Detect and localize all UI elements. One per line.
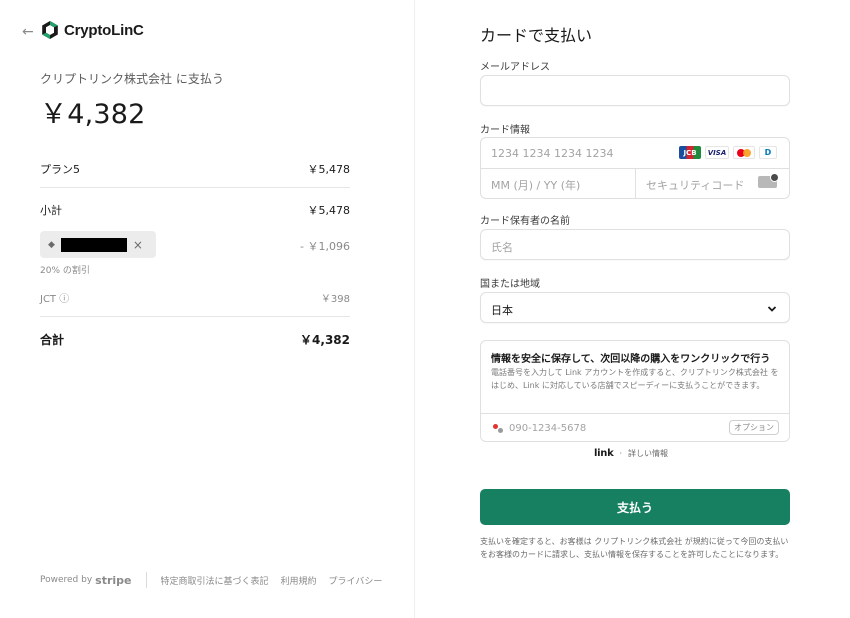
link-brand: link [594, 448, 614, 459]
total-label: 合計 [40, 333, 65, 347]
link-description: 電話番号を入力して Link アカウントを作成すると、クリプトリンク株式会社 を… [491, 368, 779, 390]
card-info-group: 1234 1234 1234 1234 JCB VISA D MM (月) / … [480, 137, 790, 199]
stripe-logo[interactable]: stripe [95, 574, 131, 587]
country-label: 国または地域 [480, 279, 540, 290]
footer-link-legal[interactable]: 特定商取引法に基づく表記 [161, 574, 269, 587]
link-title: 情報を安全に保存して、次回以降の購入をワンクリックで行う [491, 354, 771, 365]
discount-note: 20% の割引 [40, 266, 90, 276]
cryptolinc-logo-icon [42, 21, 58, 39]
card-brands: JCB VISA D [679, 146, 777, 159]
payment-heading: カードで支払い [480, 26, 593, 45]
total-amount: ￥4,382 [300, 333, 350, 347]
plan-label: プラン5 [40, 163, 80, 176]
total-amount-large: ￥4,382 [40, 99, 146, 130]
japan-flag-icon[interactable] [493, 422, 505, 434]
cvc-card-icon [758, 173, 779, 188]
tax-amount: ￥398 [320, 294, 350, 305]
footer: Powered by stripe 特定商取引法に基づく表記 利用規約 プライバ… [40, 572, 394, 588]
link-divider [481, 413, 789, 414]
pay-button[interactable]: 支払う [480, 489, 790, 525]
card-info-label: カード情報 [480, 125, 530, 136]
cardholder-placeholder: 氏名 [491, 241, 513, 254]
divider [40, 316, 350, 317]
phone-placeholder: 090-1234-5678 [509, 422, 587, 434]
visa-icon: VISA [705, 146, 729, 159]
email-label: メールアドレス [480, 62, 550, 73]
cvc-field[interactable]: セキュリティコード [646, 177, 744, 193]
merchant-logo: CryptoLinC [40, 20, 144, 40]
subtotal-label: 小計 [40, 204, 62, 217]
email-field[interactable] [480, 75, 790, 106]
footer-link-terms[interactable]: 利用規約 [281, 574, 317, 587]
terms-text: 支払いを確定すると、お客様は クリプトリンク株式会社 が規約に従って今回の支払い… [480, 537, 789, 559]
total-row: 合計 ￥4,382 [40, 331, 350, 348]
back-arrow-icon[interactable]: ← [22, 24, 34, 40]
plan-row: プラン5 ￥5,478 [40, 161, 350, 177]
pane-divider [414, 0, 415, 618]
logo-text: CryptoLinC [64, 21, 144, 39]
discount-amount: - ￥1,096 [300, 240, 350, 253]
link-save-box: 情報を安全に保存して、次回以降の購入をワンクリックで行う 電話番号を入力して L… [480, 340, 790, 442]
order-summary-pane: ← CryptoLinC クリプトリンク株式会社 に支払う ￥4,382 プラン… [0, 0, 414, 618]
link-footer: link · 詳しい情報 [594, 448, 668, 459]
cardholder-name-field[interactable]: 氏名 [480, 229, 790, 260]
diners-icon: D [759, 146, 777, 159]
tax-label[interactable]: JCT ⓘ [40, 290, 69, 305]
pay-to-label: クリプトリンク株式会社 に支払う [40, 72, 224, 86]
tag-icon: ◆ [48, 239, 55, 250]
phone-field[interactable]: 090-1234-5678 [493, 422, 586, 434]
jcb-icon: JCB [679, 146, 701, 159]
country-value: 日本 [491, 304, 513, 317]
chevron-down-icon [767, 306, 777, 312]
footer-link-privacy[interactable]: プライバシー [329, 574, 383, 587]
divider [40, 187, 350, 188]
expiry-field[interactable]: MM (月) / YY (年) [491, 177, 580, 193]
card-divider-vertical [635, 169, 636, 199]
remove-coupon-icon[interactable]: × [133, 238, 143, 252]
coupon-chip[interactable]: ◆ × [40, 231, 156, 258]
optional-badge: オプション [729, 420, 779, 435]
tax-row: JCT ⓘ ￥398 [40, 290, 350, 305]
mastercard-icon [733, 146, 755, 159]
country-select[interactable]: 日本 [480, 292, 790, 323]
coupon-code-redacted [60, 237, 127, 252]
link-dot: · [619, 449, 622, 458]
subtotal-amount: ￥5,478 [307, 204, 351, 217]
subtotal-row: 小計 ￥5,478 [40, 202, 350, 218]
plan-amount: ￥5,478 [307, 163, 351, 176]
powered-by-label: Powered by [40, 575, 93, 585]
link-more-info[interactable]: 詳しい情報 [628, 448, 668, 459]
footer-separator [145, 572, 147, 588]
card-number-field[interactable]: 1234 1234 1234 1234 [491, 147, 613, 160]
cardholder-label: カード保有者の名前 [480, 216, 570, 227]
